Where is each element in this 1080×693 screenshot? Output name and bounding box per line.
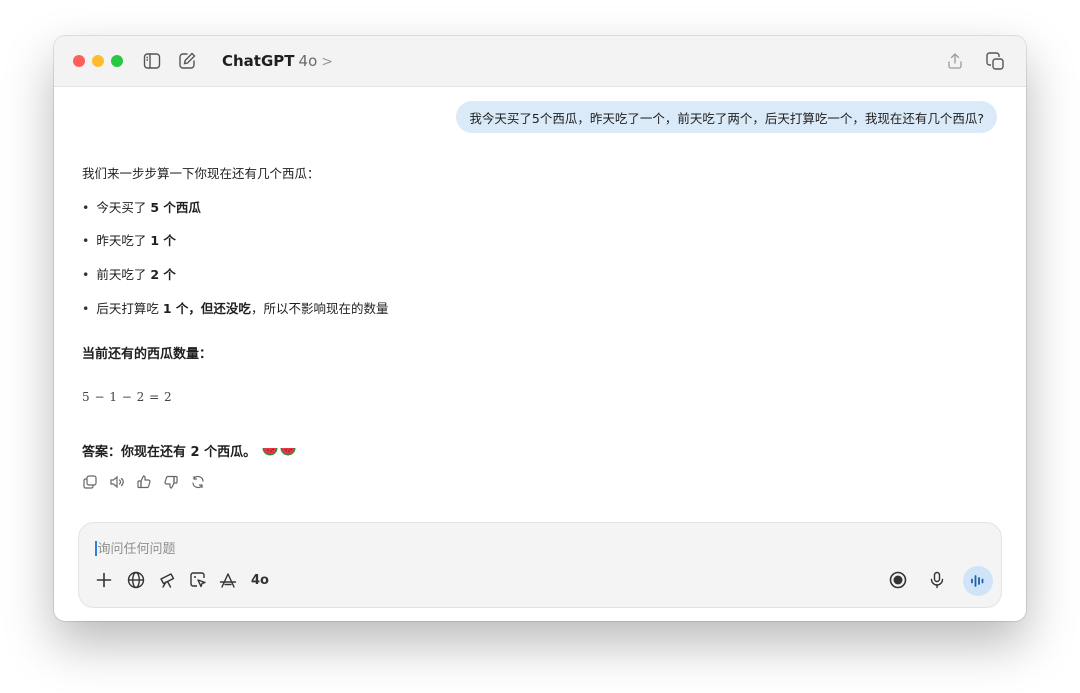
new-chat-icon[interactable] (176, 50, 198, 72)
answer-line: 答案：你现在还有 2 个西瓜。 (82, 441, 296, 460)
popout-icon[interactable] (984, 50, 1006, 72)
section-heading: 当前还有的西瓜数量： (82, 347, 213, 362)
bullet-dot: • (82, 301, 90, 316)
share-icon[interactable] (944, 50, 966, 72)
thumbs-down-icon[interactable] (163, 474, 179, 490)
assistant-intro: 我们来一步步算一下你现在还有几个西瓜： (82, 166, 320, 181)
record-icon[interactable] (888, 570, 908, 590)
watermelon-icon (262, 445, 278, 456)
zoom-window-button[interactable] (111, 55, 123, 67)
canvas-icon[interactable] (188, 570, 208, 590)
regenerate-icon[interactable] (190, 474, 206, 490)
message-actions (82, 474, 206, 490)
titlebar: ChatGPT 4o > (54, 36, 1026, 87)
text-caret (95, 541, 97, 556)
prompt-placeholder: 询问任何问题 (97, 542, 176, 557)
mic-icon[interactable] (927, 570, 947, 590)
bullet-dot: • (82, 233, 90, 248)
message-composer[interactable]: 询问任何问题 4o (78, 522, 1002, 608)
model-label[interactable]: 4o (251, 573, 269, 588)
user-message-bubble: 我今天买了5个西瓜，昨天吃了一个，前天吃了两个，后天打算吃一个，我现在还有几个西… (456, 101, 997, 133)
math-formula: 5 − 1 − 2 = 2 (82, 390, 173, 404)
user-message-text: 我今天买了5个西瓜，昨天吃了一个，前天吃了两个，后天打算吃一个，我现在还有几个西… (469, 110, 984, 126)
list-item: • 今天买了 5 个西瓜 (82, 200, 201, 215)
sidebar-icon[interactable] (141, 50, 163, 72)
telescope-icon[interactable] (158, 570, 178, 590)
minimize-window-button[interactable] (92, 55, 104, 67)
prompt-input[interactable]: 询问任何问题 (95, 538, 176, 557)
tools-icon[interactable] (218, 570, 238, 590)
bullet-dot: • (82, 267, 90, 282)
model-name: 4o (298, 52, 318, 70)
read-aloud-icon[interactable] (109, 474, 125, 490)
plus-icon[interactable] (94, 570, 114, 590)
list-item: • 前天吃了 2 个 (82, 267, 176, 282)
model-selector[interactable]: ChatGPT 4o > (222, 52, 333, 70)
app-name: ChatGPT (222, 52, 295, 70)
chevron-right-icon: > (321, 54, 333, 70)
voice-mode-icon (969, 572, 987, 590)
bullet-dot: • (82, 200, 90, 215)
app-window: ChatGPT 4o > 我今天买了5个西瓜，昨天吃了一个，前天吃了两个，后天打… (54, 36, 1026, 621)
copy-icon[interactable] (82, 474, 98, 490)
list-item: • 昨天吃了 1 个 (82, 233, 176, 248)
answer-text: 答案：你现在还有 2 个西瓜。 (82, 445, 257, 460)
list-item: • 后天打算吃 1 个，但还没吃，所以不影响现在的数量 (82, 301, 389, 316)
close-window-button[interactable] (73, 55, 85, 67)
voice-mode-button[interactable] (963, 566, 993, 596)
watermelon-icon (280, 445, 296, 456)
thumbs-up-icon[interactable] (136, 474, 152, 490)
globe-icon[interactable] (126, 570, 146, 590)
